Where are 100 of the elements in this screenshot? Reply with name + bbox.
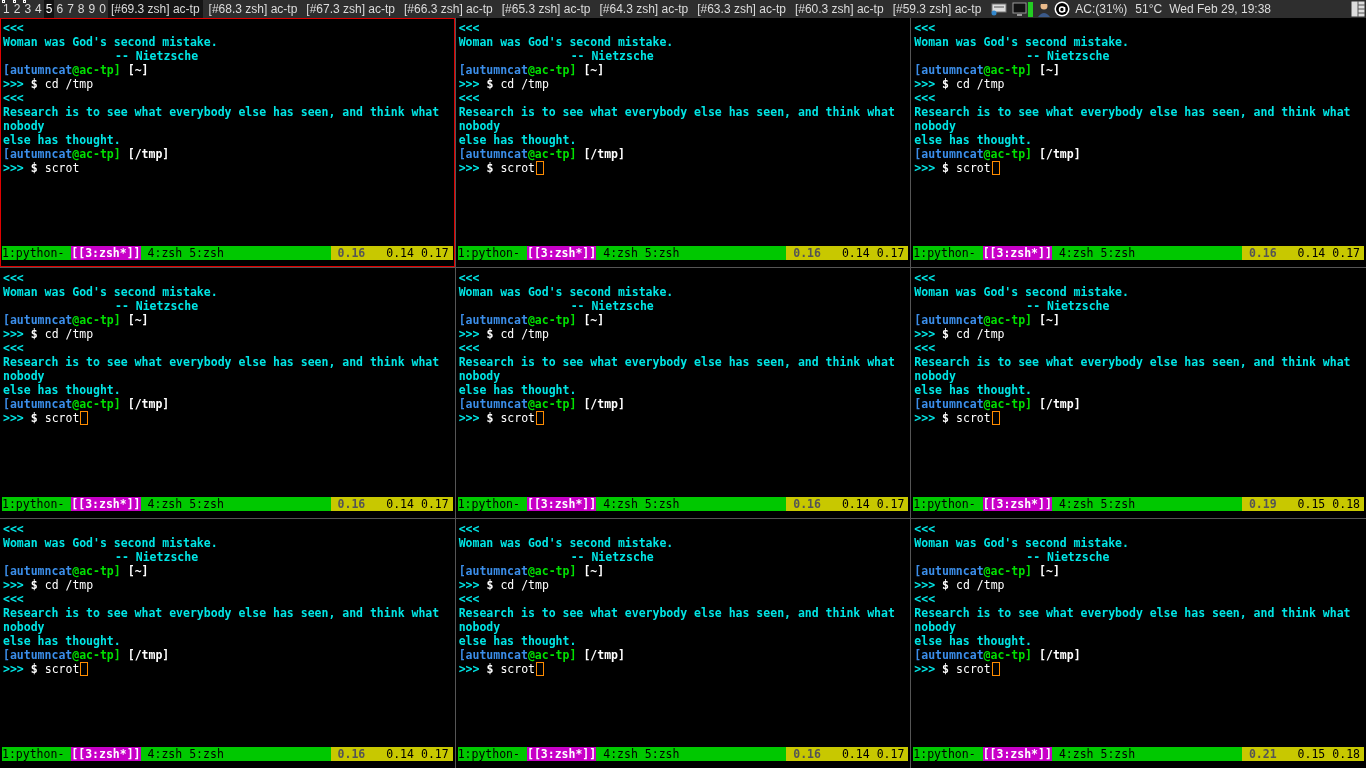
quote-text: Woman was God's second mistake. xyxy=(3,35,218,49)
tmux-window-tab[interactable]: [[3:zsh*]] xyxy=(526,246,597,261)
circle-a-icon[interactable] xyxy=(1054,1,1071,17)
terminal-pane[interactable] xyxy=(0,268,455,518)
workspace-tab[interactable]: 9 xyxy=(86,0,98,18)
prompt-marker: >>> xyxy=(458,327,480,342)
layout-icon[interactable] xyxy=(1351,1,1365,17)
command-text: cd /tmp xyxy=(44,327,94,342)
workspace-tab[interactable]: 8 xyxy=(75,0,87,18)
load-average: 0.16 xyxy=(1248,246,1277,261)
load-average: 0.14 xyxy=(841,246,870,261)
load-average: 0.17 xyxy=(876,496,905,511)
load-average: 0.16 xyxy=(793,747,821,761)
tmux-window-tab[interactable]: 4:zsh xyxy=(603,496,638,511)
temperature-status: 51°C xyxy=(1135,1,1163,18)
tmux-window-tab[interactable]: [[3:zsh*]] xyxy=(982,747,1052,761)
tmux-window-tab[interactable]: 4:zsh xyxy=(147,246,183,261)
terminal-pane[interactable] xyxy=(455,268,911,518)
tmux-window-tab[interactable]: 5:zsh xyxy=(644,747,680,761)
tmux-window-tab[interactable]: [[3:zsh*]] xyxy=(982,496,1052,511)
workspace-tab[interactable]: 6 xyxy=(54,0,66,18)
workspace-tab[interactable]: 4 xyxy=(33,0,44,18)
prompt-host: @ac-tp] xyxy=(983,147,1033,161)
tmux-window-tab[interactable]: 5:zsh xyxy=(644,246,680,261)
prompt-host: @ac-tp] xyxy=(983,397,1033,412)
terminal-pane[interactable] xyxy=(455,18,911,268)
command-text: cd /tmp xyxy=(500,577,549,592)
prompt-user: [autumncat xyxy=(458,563,528,578)
terminal-pane[interactable] xyxy=(0,518,455,768)
window-tab[interactable]: [#66.3 zsh] ac-tp xyxy=(401,0,496,18)
quote-text: Research is to see what everybody else has seen, and think what xyxy=(458,355,895,370)
prompt-user: [autumncat xyxy=(914,563,984,578)
window-tab[interactable]: [#69.3 zsh] ac-tp xyxy=(107,0,203,18)
prompt-sign: $ xyxy=(942,161,950,175)
tmux-window-tab[interactable]: 4:zsh xyxy=(1058,496,1094,511)
workspace-tab[interactable]: 5 xyxy=(43,0,55,18)
window-tab[interactable]: [#63.3 zsh] ac-tp xyxy=(694,0,789,18)
workspace-tab[interactable]: 0 xyxy=(97,0,108,18)
workspace-tab[interactable]: 7 xyxy=(65,0,76,18)
quote-text: nobody xyxy=(458,619,501,634)
tmux-window-tab[interactable]: 4:zsh xyxy=(603,747,638,761)
tmux-window-tab[interactable]: 1:python- xyxy=(2,747,65,761)
tmux-window-tab[interactable]: 5:zsh xyxy=(189,246,224,261)
tmux-window-tab[interactable]: 5:zsh xyxy=(644,496,680,511)
workspace-tab[interactable]: 2 xyxy=(11,0,23,18)
tmux-window-tab[interactable]: 5:zsh xyxy=(189,496,224,511)
terminal-pane[interactable] xyxy=(911,268,1366,518)
network-icon[interactable] xyxy=(991,2,1010,16)
window-tab[interactable]: [#67.3 zsh] ac-tp xyxy=(303,0,399,18)
tmux-window-tab[interactable]: 1:python- xyxy=(457,246,520,261)
tmux-window-tab[interactable]: 1:python- xyxy=(913,747,976,761)
tmux-window-tab[interactable]: 1:python- xyxy=(913,246,976,261)
tmux-window-tab[interactable]: 5:zsh xyxy=(1100,747,1136,761)
window-tab[interactable]: [#65.3 zsh] ac-tp xyxy=(498,0,594,18)
prompt-marker: >>> xyxy=(458,661,480,676)
window-tab[interactable]: [#60.3 zsh] ac-tp xyxy=(791,0,887,18)
tmux-window-tab[interactable]: 4:zsh xyxy=(603,246,638,261)
terminal-pane[interactable] xyxy=(0,18,455,268)
prompt-host: @ac-tp] xyxy=(527,313,577,328)
tmux-window-tab[interactable]: [[3:zsh*]] xyxy=(526,496,597,511)
workspace-tab[interactable]: 3 xyxy=(22,0,34,18)
tmux-window-tab[interactable]: 1:python- xyxy=(913,496,976,511)
tmux-window-tab[interactable]: 4:zsh xyxy=(147,496,183,511)
window-tab[interactable]: [#64.3 zsh] ac-tp xyxy=(596,0,692,18)
window-tab[interactable]: [#68.3 zsh] ac-tp xyxy=(205,0,301,18)
tmux-window-tab[interactable]: 4:zsh xyxy=(1058,747,1094,761)
tmux-window-tab[interactable]: 4:zsh xyxy=(1058,246,1094,261)
tmux-window-tab[interactable]: [[3:zsh*]] xyxy=(71,246,141,261)
prompt-directory: [/tmp] xyxy=(1039,147,1081,161)
monitor-icon[interactable] xyxy=(1012,1,1035,17)
load-average: 0.19 xyxy=(1248,496,1277,511)
prompt-marker: >>> xyxy=(3,411,24,426)
prompt-host: @ac-tp] xyxy=(72,147,121,161)
prompt-sign: $ xyxy=(486,577,494,592)
tmux-window-tab[interactable]: 5:zsh xyxy=(1100,246,1136,261)
prompt-sign: $ xyxy=(942,411,950,426)
tmux-window-tab[interactable]: 5:zsh xyxy=(189,747,224,761)
tmux-window-tab[interactable]: [[3:zsh*]] xyxy=(71,747,141,761)
tmux-window-tab[interactable]: 1:python- xyxy=(457,747,520,761)
terminal-pane[interactable] xyxy=(911,518,1366,768)
prompt-sign: $ xyxy=(30,577,38,592)
tmux-window-tab[interactable]: [[3:zsh*]] xyxy=(982,246,1052,261)
prompt-directory: [~] xyxy=(127,63,149,77)
prompt-directory: [~] xyxy=(1039,63,1060,77)
terminal-pane[interactable] xyxy=(911,18,1366,268)
workspace-tab[interactable]: 1 xyxy=(1,0,12,18)
tmux-window-tab[interactable]: 1:python- xyxy=(457,496,520,511)
tmux-window-tab[interactable]: [[3:zsh*]] xyxy=(526,747,597,761)
tmux-window-tab[interactable]: 5:zsh xyxy=(1100,496,1136,511)
quote-text: Research is to see what everybody else has seen, and think what xyxy=(3,605,440,620)
tmux-window-tab[interactable]: 4:zsh xyxy=(147,747,183,761)
terminal-pane[interactable] xyxy=(455,518,911,768)
tmux-window-tab[interactable]: 1:python- xyxy=(2,246,65,261)
tmux-window-tab[interactable]: [[3:zsh*]] xyxy=(71,496,141,511)
prompt-host: @ac-tp] xyxy=(527,147,577,161)
battery-status: AC:(31%) xyxy=(1075,1,1128,18)
person-icon[interactable] xyxy=(1037,1,1052,17)
window-tab[interactable]: [#59.3 zsh] ac-tp xyxy=(889,0,985,18)
prompt-host: @ac-tp] xyxy=(72,63,121,77)
tmux-window-tab[interactable]: 1:python- xyxy=(2,496,65,511)
